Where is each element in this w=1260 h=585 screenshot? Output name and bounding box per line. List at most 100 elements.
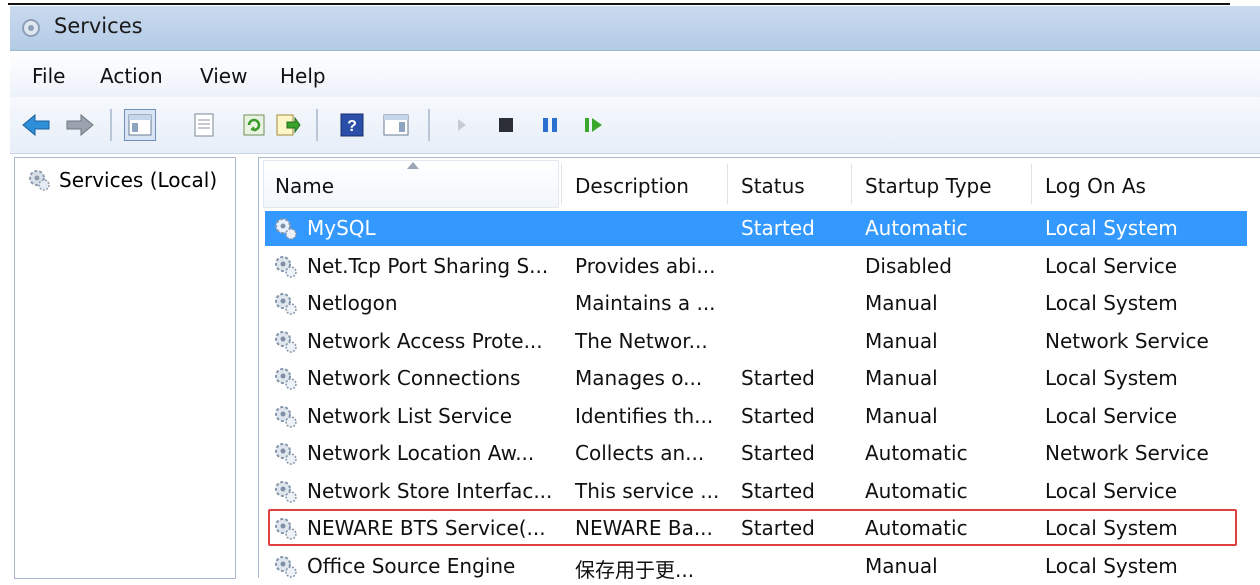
service-gear-icon [275, 330, 297, 353]
service-description: Provides abi... [575, 253, 716, 278]
stop-service-button[interactable] [490, 109, 522, 141]
service-name: Network Location Aw... [307, 441, 535, 465]
table-row[interactable]: Net.Tcp Port Sharing S... Provides abi...… [259, 248, 1260, 285]
table-row[interactable]: Network List Service Identifies th... Star… [259, 398, 1260, 435]
table-row[interactable]: MySQL Started Automatic Local System [259, 210, 1260, 247]
toolbar-separator [428, 109, 430, 141]
pause-icon [543, 118, 557, 132]
services-gear-icon [29, 170, 50, 191]
service-startup-type: Automatic [865, 216, 968, 240]
column-header-status[interactable]: Status [741, 174, 805, 198]
service-description: This service ... [575, 478, 720, 503]
show-hide-console-tree-button[interactable] [124, 109, 156, 141]
column-header-startup-type[interactable]: Startup Type [865, 174, 992, 198]
service-log-on-as: Local System [1045, 553, 1178, 578]
service-log-on-as: Local Service [1045, 253, 1178, 278]
annotation-highlight-box [268, 509, 1237, 546]
column-separator [1031, 164, 1032, 204]
service-gear-icon [275, 555, 297, 578]
service-gear-icon [275, 368, 297, 390]
forward-arrow-icon [66, 113, 94, 137]
service-name: Netlogon [307, 291, 398, 315]
tree-item-services-local[interactable]: Services (Local) [27, 168, 217, 192]
column-header-log-on-as[interactable]: Log On As [1045, 174, 1146, 198]
service-description: Manages o... [575, 366, 703, 390]
service-startup-type: Automatic [865, 478, 968, 503]
menu-file[interactable]: File [32, 64, 65, 88]
restart-service-button[interactable] [578, 109, 610, 141]
refresh-button[interactable] [238, 109, 270, 141]
title-bar: Services [10, 6, 1260, 51]
service-name: Network Store Interfac... [307, 478, 553, 503]
back-button[interactable] [20, 109, 52, 141]
toolbar: ? [10, 97, 1260, 154]
service-status: Started [741, 403, 815, 428]
table-row[interactable]: Network Connections Manages o... Started Ma… [259, 360, 1260, 397]
tree-item-label: Services (Local) [59, 168, 218, 192]
forward-button[interactable] [64, 109, 96, 141]
table-row[interactable]: Netlogon Maintains a ... Manual Local Syste… [259, 285, 1260, 322]
refresh-icon [243, 114, 265, 136]
service-description: Identifies th... [575, 403, 714, 428]
column-header-name[interactable]: Name [275, 174, 334, 198]
console-tree-pane: Services (Local) [14, 157, 236, 579]
service-startup-type: Manual [865, 291, 938, 315]
menu-help[interactable]: Help [280, 64, 326, 88]
table-row[interactable]: Network Store Interfac... This service ..… [259, 473, 1260, 510]
start-service-button[interactable] [446, 109, 478, 141]
pause-service-button[interactable] [534, 109, 566, 141]
service-name: Office Source Engine [307, 553, 516, 578]
service-status: Started [741, 366, 815, 390]
service-startup-type: Automatic [865, 441, 968, 465]
help-icon: ? [340, 113, 364, 137]
service-log-on-as: Network Service [1045, 328, 1209, 353]
service-name: Network Access Prote... [307, 328, 543, 353]
properties-button[interactable] [188, 109, 220, 141]
help-button[interactable]: ? [336, 109, 368, 141]
table-row[interactable]: Office Source Engine 保存用于更... Manual Local … [259, 548, 1260, 585]
service-name: Net.Tcp Port Sharing S... [307, 253, 549, 278]
service-status: Started [741, 478, 815, 503]
svg-text:?: ? [347, 118, 357, 135]
service-gear-icon [275, 218, 297, 240]
action-pane-icon [383, 114, 409, 136]
service-name: MySQL [307, 216, 376, 240]
column-separator [727, 164, 728, 204]
service-startup-type: Manual [865, 366, 938, 390]
sort-ascending-icon [407, 162, 419, 169]
list-header: Name Description Status Startup Type Log… [259, 158, 1260, 208]
stop-icon [499, 118, 513, 132]
restart-icon [585, 118, 602, 132]
service-gear-icon [275, 405, 297, 428]
window-title: Services [54, 14, 143, 38]
export-list-button[interactable] [272, 109, 304, 141]
menu-view[interactable]: View [200, 64, 247, 88]
service-name: Network List Service [307, 403, 513, 428]
service-log-on-as: Local System [1045, 366, 1178, 390]
menu-bar: File Action View Help [10, 51, 1260, 97]
service-startup-type: Manual [865, 553, 938, 578]
service-startup-type: Manual [865, 328, 938, 353]
console-tree-icon [128, 114, 152, 136]
toolbar-separator [316, 109, 318, 141]
service-description: 保存用于更... [575, 557, 695, 582]
services-app-icon [22, 19, 40, 37]
menu-action[interactable]: Action [100, 64, 163, 88]
column-header-description[interactable]: Description [575, 174, 689, 198]
service-log-on-as: Network Service [1045, 441, 1209, 465]
service-name: Network Connections [307, 366, 521, 390]
service-description: The Networ... [575, 328, 708, 353]
service-gear-icon [275, 293, 297, 315]
service-log-on-as: Local System [1045, 291, 1178, 315]
table-row[interactable]: Network Location Aw... Collects an... Star… [259, 435, 1260, 472]
service-gear-icon [275, 255, 297, 278]
service-description: Maintains a ... [575, 291, 716, 315]
service-status: Started [741, 441, 815, 465]
export-list-icon [276, 114, 301, 136]
play-icon [458, 119, 466, 131]
service-startup-type: Disabled [865, 253, 952, 278]
show-action-pane-button[interactable] [380, 109, 412, 141]
table-row[interactable]: Network Access Prote... The Networ... Manu… [259, 323, 1260, 360]
service-status: Started [741, 216, 815, 240]
column-separator [561, 164, 562, 204]
